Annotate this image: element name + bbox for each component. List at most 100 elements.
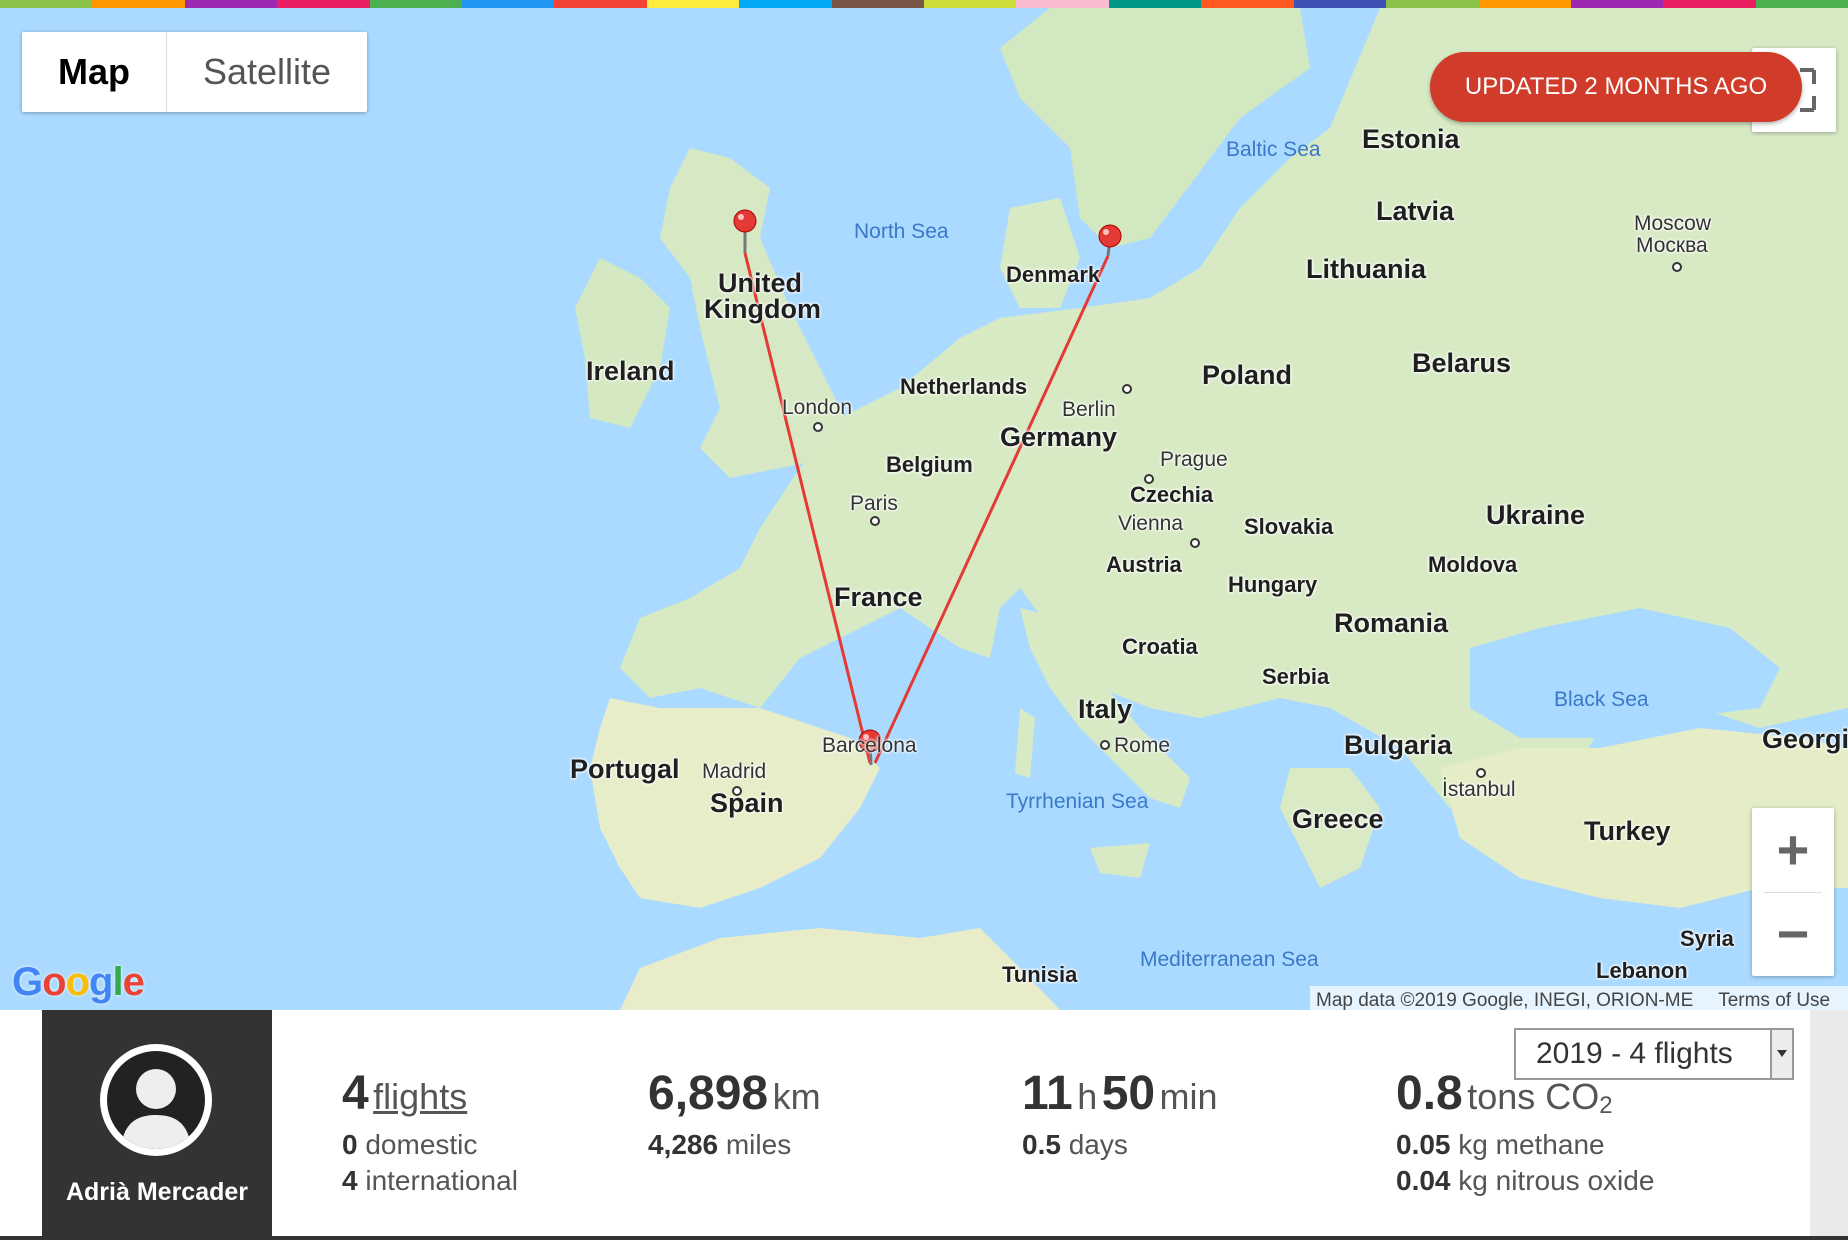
label-moldova: Moldova xyxy=(1428,552,1518,577)
color-segment xyxy=(1108,0,1202,8)
label-baltic-sea: Baltic Sea xyxy=(1226,138,1321,161)
label-netherlands: Netherlands xyxy=(900,374,1028,399)
user-name: Adrià Mercader xyxy=(65,1178,249,1206)
year-select-value: 2019 - 4 flights xyxy=(1536,1037,1733,1070)
google-logo-letter: e xyxy=(122,960,145,1004)
label-bulgaria: Bulgaria xyxy=(1344,730,1453,760)
zoom-in-button[interactable]: + xyxy=(1752,808,1834,892)
label-slovakia: Slovakia xyxy=(1244,514,1334,539)
flights-stat: 4 flights 0 domestic 4 international xyxy=(342,1066,518,1199)
city-dot-paris xyxy=(870,516,880,526)
flights-link[interactable]: flights xyxy=(373,1076,467,1117)
label-ukraine: Ukraine xyxy=(1486,500,1586,530)
flight-map[interactable]: North Sea Baltic Sea Black Sea Tyrrhenia… xyxy=(0,8,1848,1010)
label-serbia: Serbia xyxy=(1262,664,1330,689)
label-croatia: Croatia xyxy=(1122,634,1198,659)
methane-unit: kg methane xyxy=(1458,1129,1605,1160)
methane-value: 0.05 xyxy=(1396,1129,1451,1160)
label-spain: Spain xyxy=(710,788,784,818)
color-segment xyxy=(1663,0,1756,8)
zoom-out-button[interactable]: − xyxy=(1752,892,1834,976)
label-czechia: Czechia xyxy=(1130,482,1214,507)
color-segment xyxy=(369,0,463,8)
label-madrid: Madrid xyxy=(702,760,767,783)
label-rome: Rome xyxy=(1114,734,1171,757)
updated-badge[interactable]: UPDATED 2 MONTHS AGO xyxy=(1430,52,1802,122)
time-days-unit: days xyxy=(1068,1129,1128,1160)
domestic-count: 0 xyxy=(342,1129,358,1160)
map-type-satellite-button[interactable]: Satellite xyxy=(167,32,367,112)
color-segment xyxy=(1478,0,1571,8)
label-black-sea: Black Sea xyxy=(1554,688,1649,711)
map-data-text: Map data ©2019 Google, INEGI, ORION-ME xyxy=(1316,990,1694,1010)
label-hungary: Hungary xyxy=(1228,572,1318,597)
label-london: London xyxy=(782,396,853,419)
user-silhouette-icon xyxy=(121,1069,191,1149)
distance-km-unit: km xyxy=(772,1076,821,1117)
color-segment xyxy=(92,0,185,8)
label-ireland: Ireland xyxy=(586,356,675,386)
label-germany: Germany xyxy=(1000,422,1118,452)
color-segment xyxy=(1293,0,1387,8)
zoom-control: + − xyxy=(1752,808,1834,976)
international-count: 4 xyxy=(342,1165,358,1196)
google-logo[interactable]: Google xyxy=(12,960,145,1005)
label-prague: Prague xyxy=(1160,448,1228,471)
distance-stat: 6,898 km 4,286 miles xyxy=(648,1066,821,1163)
label-lithuania: Lithuania xyxy=(1306,254,1426,284)
label-greece: Greece xyxy=(1292,804,1384,834)
label-tunisia: Tunisia xyxy=(1002,962,1078,987)
color-segment xyxy=(277,0,370,8)
right-panel-edge xyxy=(1810,1010,1848,1240)
label-moscow-ru: Москва xyxy=(1636,234,1708,257)
co2-value: 0.8 xyxy=(1396,1067,1463,1120)
label-vienna: Vienna xyxy=(1118,512,1184,535)
time-hours-unit: h xyxy=(1077,1076,1098,1117)
map-type-map-button[interactable]: Map xyxy=(22,32,167,112)
color-segment xyxy=(1570,0,1664,8)
label-berlin: Berlin xyxy=(1062,398,1116,421)
label-latvia: Latvia xyxy=(1376,196,1455,226)
year-select[interactable]: 2019 - 4 flights xyxy=(1514,1028,1794,1080)
co2-subscript: 2 xyxy=(1599,1092,1613,1120)
user-profile-card[interactable]: Adrià Mercader xyxy=(42,1010,272,1240)
time-minutes: 50 xyxy=(1101,1067,1156,1120)
city-dot-berlin xyxy=(1122,384,1132,394)
label-belgium: Belgium xyxy=(886,452,973,477)
label-austria: Austria xyxy=(1106,552,1182,577)
emissions-stat: 0.8 tons CO2 0.05 kg methane 0.04 kg nit… xyxy=(1396,1066,1654,1199)
google-logo-letter: g xyxy=(89,960,113,1004)
label-estonia: Estonia xyxy=(1362,124,1460,154)
color-top-bar xyxy=(0,0,1848,8)
color-segment xyxy=(739,0,832,8)
label-lebanon: Lebanon xyxy=(1596,958,1688,983)
label-mediterranean-sea: Mediterranean Sea xyxy=(1140,948,1319,971)
city-dot-vienna xyxy=(1190,538,1200,548)
label-denmark: Denmark xyxy=(1006,262,1101,287)
google-logo-letter: l xyxy=(112,960,123,1004)
label-syria: Syria xyxy=(1680,926,1734,951)
label-north-sea: North Sea xyxy=(854,220,949,243)
zoom-divider xyxy=(1764,892,1822,893)
domestic-label: domestic xyxy=(365,1129,478,1160)
time-hours: 11 xyxy=(1022,1067,1073,1120)
time-days: 0.5 xyxy=(1022,1129,1061,1160)
google-logo-letter: G xyxy=(12,960,43,1004)
google-logo-letter: o xyxy=(42,960,66,1004)
n2o-unit: kg nitrous oxide xyxy=(1458,1165,1655,1196)
color-segment xyxy=(924,0,1017,8)
color-segment xyxy=(1386,0,1479,8)
google-logo-letter: o xyxy=(65,960,90,1004)
terms-of-use-link[interactable]: Terms of Use xyxy=(1718,990,1830,1010)
color-segment xyxy=(1755,0,1848,8)
label-portugal: Portugal xyxy=(570,754,680,784)
map-type-control: Map Satellite xyxy=(22,32,368,112)
label-tyrrhenian-sea: Tyrrhenian Sea xyxy=(1006,790,1149,813)
international-label: international xyxy=(365,1165,518,1196)
time-stat: 11 h 50 min 0.5 days xyxy=(1022,1066,1218,1163)
chevron-down-icon xyxy=(1770,1030,1792,1078)
city-dot-rome xyxy=(1100,740,1110,750)
distance-km: 6,898 xyxy=(648,1067,769,1120)
color-segment xyxy=(1016,0,1109,8)
color-segment xyxy=(184,0,278,8)
